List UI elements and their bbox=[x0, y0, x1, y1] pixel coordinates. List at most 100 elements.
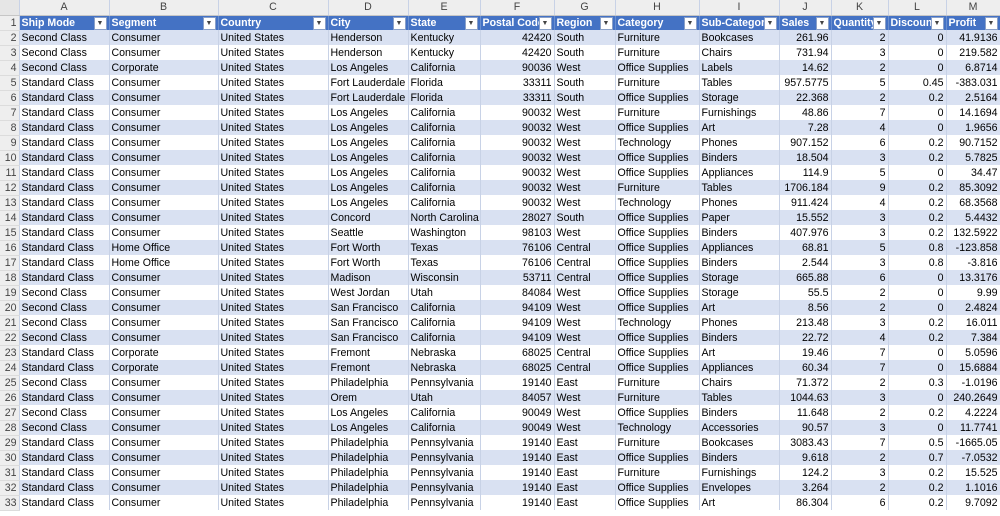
table-cell[interactable]: Consumer bbox=[109, 165, 219, 180]
table-cell[interactable]: 665.88 bbox=[779, 270, 832, 285]
table-cell[interactable]: Fort Worth bbox=[328, 255, 409, 270]
table-cell[interactable]: Second Class bbox=[19, 420, 110, 435]
table-cell[interactable]: California bbox=[408, 300, 481, 315]
table-cell[interactable]: Office Supplies bbox=[615, 60, 700, 75]
row-number[interactable]: 6 bbox=[0, 90, 20, 106]
table-cell[interactable]: Pennsylvania bbox=[408, 435, 481, 450]
table-cell[interactable]: Accessories bbox=[699, 420, 780, 435]
table-cell[interactable]: Standard Class bbox=[19, 255, 110, 270]
table-cell[interactable]: 86.304 bbox=[779, 495, 832, 510]
header-cell[interactable]: Ship Mode ▼ bbox=[19, 15, 110, 30]
table-cell[interactable]: Los Angeles bbox=[328, 420, 409, 435]
table-cell[interactable]: Consumer bbox=[109, 105, 219, 120]
column-header-a[interactable]: A bbox=[19, 0, 110, 16]
table-cell[interactable]: United States bbox=[218, 255, 329, 270]
table-cell[interactable]: Standard Class bbox=[19, 435, 110, 450]
table-cell[interactable]: 48.86 bbox=[779, 105, 832, 120]
table-cell[interactable]: Paper bbox=[699, 210, 780, 225]
table-cell[interactable]: 19140 bbox=[480, 495, 555, 510]
table-cell[interactable]: California bbox=[408, 120, 481, 135]
table-cell[interactable]: 9.7092 bbox=[946, 495, 1000, 510]
row-number[interactable]: 4 bbox=[0, 60, 20, 76]
table-cell[interactable]: 19140 bbox=[480, 375, 555, 390]
row-number[interactable]: 23 bbox=[0, 345, 20, 361]
table-cell[interactable]: Consumer bbox=[109, 495, 219, 510]
table-cell[interactable]: 2.544 bbox=[779, 255, 832, 270]
table-cell[interactable]: Office Supplies bbox=[615, 270, 700, 285]
table-cell[interactable]: 53711 bbox=[480, 270, 555, 285]
table-cell[interactable]: 0 bbox=[888, 45, 947, 60]
table-cell[interactable]: Furniture bbox=[615, 75, 700, 90]
table-cell[interactable]: United States bbox=[218, 480, 329, 495]
table-cell[interactable]: Consumer bbox=[109, 390, 219, 405]
table-cell[interactable]: 957.5775 bbox=[779, 75, 832, 90]
table-cell[interactable]: West bbox=[554, 315, 616, 330]
table-cell[interactable]: San Francisco bbox=[328, 300, 409, 315]
table-cell[interactable]: United States bbox=[218, 30, 329, 45]
table-cell[interactable]: Binders bbox=[699, 330, 780, 345]
row-number[interactable]: 21 bbox=[0, 315, 20, 331]
table-cell[interactable]: Philadelphia bbox=[328, 465, 409, 480]
table-cell[interactable]: United States bbox=[218, 495, 329, 510]
row-number[interactable]: 1 bbox=[0, 15, 20, 31]
table-cell[interactable]: Art bbox=[699, 120, 780, 135]
table-cell[interactable]: 19140 bbox=[480, 435, 555, 450]
table-cell[interactable]: Second Class bbox=[19, 285, 110, 300]
table-cell[interactable]: Tables bbox=[699, 75, 780, 90]
table-cell[interactable]: Office Supplies bbox=[615, 120, 700, 135]
table-cell[interactable]: 68.81 bbox=[779, 240, 832, 255]
table-cell[interactable]: Los Angeles bbox=[328, 105, 409, 120]
table-cell[interactable]: Art bbox=[699, 300, 780, 315]
column-header-h[interactable]: H bbox=[615, 0, 700, 16]
table-cell[interactable]: Standard Class bbox=[19, 180, 110, 195]
table-cell[interactable]: East bbox=[554, 435, 616, 450]
table-cell[interactable]: 98103 bbox=[480, 225, 555, 240]
table-cell[interactable]: 90.7152 bbox=[946, 135, 1000, 150]
table-cell[interactable]: Los Angeles bbox=[328, 60, 409, 75]
table-cell[interactable]: Los Angeles bbox=[328, 120, 409, 135]
table-cell[interactable]: Wisconsin bbox=[408, 270, 481, 285]
table-cell[interactable]: Home Office bbox=[109, 240, 219, 255]
table-cell[interactable]: Labels bbox=[699, 60, 780, 75]
table-cell[interactable]: 9.99 bbox=[946, 285, 1000, 300]
table-cell[interactable]: Chairs bbox=[699, 375, 780, 390]
table-cell[interactable]: Consumer bbox=[109, 90, 219, 105]
filter-dropdown-icon[interactable]: ▼ bbox=[930, 16, 944, 30]
table-cell[interactable]: Consumer bbox=[109, 210, 219, 225]
row-number[interactable]: 7 bbox=[0, 105, 20, 121]
table-cell[interactable]: Central bbox=[554, 240, 616, 255]
table-cell[interactable]: Corporate bbox=[109, 60, 219, 75]
table-cell[interactable]: West bbox=[554, 285, 616, 300]
table-cell[interactable]: 3 bbox=[831, 255, 889, 270]
table-cell[interactable]: 14.1694 bbox=[946, 105, 1000, 120]
row-number[interactable]: 33 bbox=[0, 495, 20, 511]
table-cell[interactable]: 55.5 bbox=[779, 285, 832, 300]
table-cell[interactable]: United States bbox=[218, 360, 329, 375]
row-number[interactable]: 27 bbox=[0, 405, 20, 421]
filter-dropdown-icon[interactable]: ▼ bbox=[464, 16, 478, 30]
table-cell[interactable]: United States bbox=[218, 210, 329, 225]
filter-dropdown-icon[interactable]: ▼ bbox=[763, 16, 777, 30]
table-cell[interactable]: 8.56 bbox=[779, 300, 832, 315]
table-cell[interactable]: United States bbox=[218, 435, 329, 450]
table-cell[interactable]: 5 bbox=[831, 75, 889, 90]
table-cell[interactable]: Pennsylvania bbox=[408, 465, 481, 480]
table-cell[interactable]: 5.4432 bbox=[946, 210, 1000, 225]
table-cell[interactable]: United States bbox=[218, 225, 329, 240]
table-cell[interactable]: Furniture bbox=[615, 30, 700, 45]
row-number[interactable]: 2 bbox=[0, 30, 20, 46]
table-cell[interactable]: 7 bbox=[831, 345, 889, 360]
table-cell[interactable]: Envelopes bbox=[699, 480, 780, 495]
table-cell[interactable]: Consumer bbox=[109, 195, 219, 210]
row-number[interactable]: 17 bbox=[0, 255, 20, 271]
table-cell[interactable]: Philadelphia bbox=[328, 375, 409, 390]
table-cell[interactable]: West bbox=[554, 120, 616, 135]
table-cell[interactable]: 1.1016 bbox=[946, 480, 1000, 495]
header-cell[interactable]: Segment ▼ bbox=[109, 15, 219, 30]
table-cell[interactable]: Standard Class bbox=[19, 225, 110, 240]
table-cell[interactable]: 11.648 bbox=[779, 405, 832, 420]
table-cell[interactable]: 19140 bbox=[480, 465, 555, 480]
table-cell[interactable]: Office Supplies bbox=[615, 150, 700, 165]
table-cell[interactable]: 114.9 bbox=[779, 165, 832, 180]
table-cell[interactable]: 76106 bbox=[480, 240, 555, 255]
